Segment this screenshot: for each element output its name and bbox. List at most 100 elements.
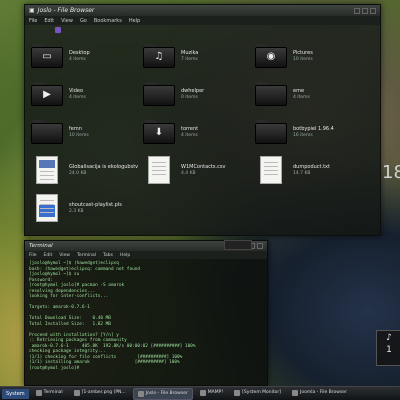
file-item-name: Muzika — [181, 50, 199, 56]
menu-edit[interactable]: Edit — [44, 18, 54, 24]
task-icon — [35, 389, 42, 396]
terminal-title: Terminal — [29, 243, 53, 249]
file-item[interactable]: W1MContacts.csv 4.4 KB — [143, 153, 253, 187]
file-item-meta: Muzika 7 items — [181, 50, 198, 62]
file-item-name: shoutcast-playlist.pls — [69, 202, 122, 208]
download-folder-icon: ⬇ — [143, 120, 175, 144]
taskbar-task[interactable]: [System Monitor] — [230, 388, 285, 398]
file-grid[interactable]: ▭ Desktop 4 items ♫ Muzika 7 items ◉ Pictures 10… — [31, 39, 374, 231]
file-item-name: dumpoduct.txt — [293, 164, 330, 170]
menu-go[interactable]: Go — [80, 18, 87, 24]
file-item-info: 4 items — [181, 133, 198, 138]
task-label: [1-amber.png (PN... — [81, 390, 126, 395]
task-icon — [137, 390, 144, 397]
file-item-info: 2.3 KB — [69, 209, 84, 214]
file-item-info: 10 items — [293, 57, 313, 62]
file-item[interactable]: ▭ Desktop 4 items — [31, 39, 141, 73]
file-item-meta: eme 4 items — [293, 88, 310, 100]
file-item-info: 10 items — [69, 133, 89, 138]
close-button[interactable] — [370, 7, 376, 14]
term-menu-view[interactable]: View — [59, 253, 70, 258]
taskbar-task[interactable]: MAMP! — [196, 388, 227, 398]
video-folder-icon: ▶ — [31, 82, 63, 106]
file-browser-window[interactable]: ▣ Joslo - File Browser File Edit View Go… — [24, 4, 381, 236]
file-browser-titlebar[interactable]: ▣ Joslo - File Browser — [25, 5, 380, 16]
window-title: Joslo - File Browser — [37, 7, 95, 14]
file-item-info: 14.7 KB — [293, 171, 311, 176]
file-item-info: 4 items — [293, 95, 310, 100]
task-icon — [199, 389, 206, 396]
file-item[interactable]: ▶ Video 4 items — [31, 77, 141, 111]
file-item[interactable]: ♫ Muzika 7 items — [143, 39, 253, 73]
task-label: Terminal — [43, 390, 63, 395]
file-item[interactable]: botbypiel 1.96.4 16 items — [255, 115, 365, 149]
file-item-name: torrent — [181, 126, 199, 132]
task-icon — [234, 389, 241, 396]
file-item[interactable]: Globalisacija is ekologubstv 24.0 KB — [31, 153, 141, 187]
file-item[interactable]: shoutcast-playlist.pls 2.3 KB — [31, 191, 141, 225]
file-item-meta: torrent 4 items — [181, 126, 198, 138]
file-item-name: Pictures — [293, 50, 313, 56]
folder-icon — [255, 120, 287, 144]
pictures-folder-icon: ◉ — [255, 44, 287, 68]
clock-digits: 18 — [382, 162, 400, 183]
menu-file[interactable]: File — [29, 18, 37, 24]
file-item-meta: Pictures 10 items — [293, 50, 313, 62]
file-item-meta: W1MContacts.csv 4.4 KB — [181, 164, 225, 176]
small-window[interactable] — [224, 240, 252, 250]
file-item-meta: dwhelper 0 items — [181, 88, 204, 100]
term-menu-terminal[interactable]: Terminal — [77, 253, 96, 258]
file-item-name: W1MContacts.csv — [181, 164, 226, 170]
file-item-meta: femn 10 items — [69, 126, 89, 138]
file-item-name: Globalisacija is ekologubstv — [69, 164, 139, 170]
file-item[interactable]: eme 4 items — [255, 77, 365, 111]
file-item-name: Desktop — [69, 50, 90, 56]
task-label: Joslo - File Browser — [145, 391, 188, 396]
file-item-meta: Video 4 items — [69, 88, 86, 100]
desktop-folder-icon: ▭ — [31, 44, 63, 68]
menu-bookmarks[interactable]: Bookmarks — [94, 18, 122, 24]
file-item-info: 4 items — [69, 57, 86, 62]
terminal-output[interactable]: [joslo@hymol ~]$ (hawedget)eclipsq bash: … — [25, 259, 267, 373]
menu-help[interactable]: Help — [129, 18, 140, 24]
file-item[interactable]: ⬇ torrent 4 items — [143, 115, 253, 149]
taskbar-task[interactable]: Terminal — [32, 388, 67, 398]
home-icon[interactable] — [55, 27, 61, 33]
task-icon — [292, 389, 298, 396]
taskbar: System Terminal [1-amber.png (PN... Joslo … — [0, 386, 400, 400]
file-item[interactable]: ◉ Pictures 10 items — [255, 39, 365, 73]
file-item[interactable]: dwhelper 0 items — [143, 77, 253, 111]
taskbar-task[interactable]: Joomla - File Browser — [288, 388, 351, 398]
menu-view[interactable]: View — [61, 18, 73, 24]
file-item-meta: shoutcast-playlist.pls 2.3 KB — [69, 202, 122, 214]
term-menu-file[interactable]: File — [29, 253, 37, 258]
document-icon — [36, 156, 58, 184]
taskbar-task[interactable]: [1-amber.png (PN... — [70, 388, 130, 398]
file-item-name: eme — [293, 88, 305, 94]
file-item-info: 24.0 KB — [69, 171, 87, 176]
file-item-info: 7 items — [181, 57, 198, 62]
task-icon — [73, 389, 80, 396]
terminal-menubar: File Edit View Terminal Tabs Help — [25, 251, 267, 259]
folder-icon — [31, 120, 63, 144]
window-icon: ▣ — [29, 7, 35, 14]
file-item[interactable]: femn 10 items — [31, 115, 141, 149]
file-item-info: 0 items — [181, 95, 198, 100]
file-item[interactable]: dumpoduct.txt 14.7 KB — [255, 153, 365, 187]
mini-widget[interactable]: ♪ 1 — [376, 330, 400, 366]
minimize-button[interactable] — [354, 7, 360, 14]
term-menu-tabs[interactable]: Tabs — [103, 253, 113, 258]
mini-widget-number: 1 — [386, 345, 392, 355]
music-folder-icon: ♫ — [143, 44, 175, 68]
terminal-close-button[interactable] — [257, 243, 263, 249]
term-menu-edit[interactable]: Edit — [44, 253, 53, 258]
file-item-meta: Globalisacija is ekologubstv 24.0 KB — [69, 164, 138, 176]
file-browser-menubar: File Edit View Go Bookmarks Help — [25, 16, 380, 25]
taskbar-task[interactable]: Joslo - File Browser — [132, 387, 193, 400]
maximize-button[interactable] — [362, 7, 368, 14]
start-button[interactable]: System — [2, 388, 29, 399]
task-list: Terminal [1-amber.png (PN... Joslo - File … — [32, 387, 351, 400]
terminal-window[interactable]: Terminal File Edit View Terminal Tabs He… — [24, 240, 268, 386]
file-item-name: Video — [69, 88, 84, 94]
term-menu-help[interactable]: Help — [120, 253, 130, 258]
